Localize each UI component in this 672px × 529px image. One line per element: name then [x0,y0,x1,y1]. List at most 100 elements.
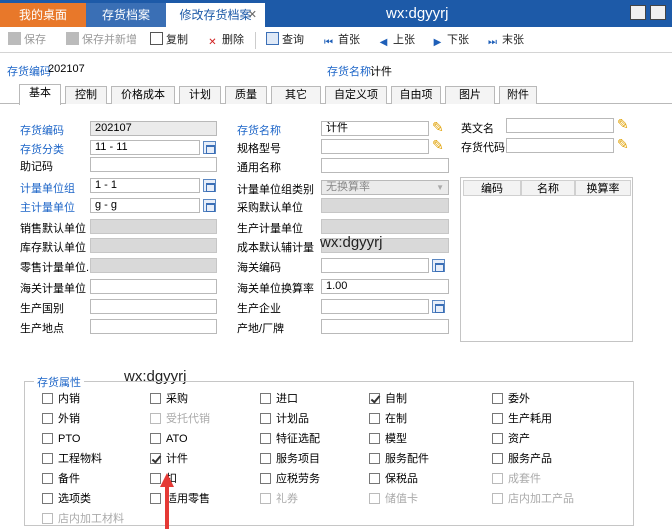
unit-group-type-select[interactable]: 无换算率 ▼ [321,180,449,195]
attribute-checkbox[interactable]: ATO [150,433,188,447]
checkbox-unchecked-icon[interactable] [260,433,271,444]
attribute-checkbox[interactable]: 进口 [260,393,298,407]
checkbox-unchecked-icon[interactable] [150,413,161,424]
last-button[interactable]: ⏭ 末张 [486,31,524,49]
sales-unit-field[interactable] [90,219,217,234]
save-and-add-button[interactable]: 保存并新增 [66,31,137,49]
attribute-checkbox[interactable]: 选项类 [42,493,91,507]
prev-button[interactable]: ◀ 上张 [377,31,415,49]
subtab-control[interactable]: 控制 [65,86,107,104]
customs-unit-field[interactable] [90,279,217,294]
close-icon[interactable]: ✕ [248,3,257,27]
origin-place-field[interactable] [90,319,217,334]
attribute-checkbox[interactable]: 内销 [42,393,80,407]
attribute-checkbox[interactable]: 特征选配 [260,433,320,447]
checkbox-checked-icon[interactable] [369,393,380,404]
copy-button[interactable]: 复制 [150,31,188,49]
attribute-checkbox[interactable]: 店内加工产品 [492,493,574,507]
subtab-attachments[interactable]: 附件 [499,86,537,104]
attribute-checkbox[interactable]: 在制 [369,413,407,427]
customs-code-field[interactable] [321,258,429,273]
checkbox-unchecked-icon[interactable] [42,493,53,504]
origin-factory-field[interactable] [321,319,449,334]
subtab-free-items[interactable]: 自由项 [391,86,441,104]
checkbox-unchecked-icon[interactable] [492,413,503,424]
attribute-checkbox[interactable]: 外销 [42,413,80,427]
checkbox-unchecked-icon[interactable] [150,393,161,404]
attribute-checkbox[interactable]: PTO [42,433,80,447]
stock-unit-field[interactable] [90,238,217,253]
attribute-checkbox[interactable]: 自制 [369,393,407,407]
checkbox-unchecked-icon[interactable] [42,433,53,444]
subtab-custom-items[interactable]: 自定义项 [325,86,387,104]
attribute-checkbox[interactable]: 受托代销 [150,413,210,427]
origin-country-field[interactable] [90,299,217,314]
unit-group-lookup-icon[interactable] [203,179,216,192]
attribute-checkbox[interactable]: 应税劳务 [260,473,320,487]
checkbox-unchecked-icon[interactable] [369,493,380,504]
attribute-checkbox[interactable]: 备件 [42,473,80,487]
inv-code-field[interactable]: 202107 [90,121,217,136]
mnemonic-field[interactable] [90,157,217,172]
checkbox-unchecked-icon[interactable] [369,473,380,484]
attribute-checkbox[interactable]: 生产耗用 [492,413,552,427]
main-unit-field[interactable]: g - g [90,198,200,213]
save-button[interactable]: 保存 [8,31,46,49]
delete-button[interactable]: ✕ 删除 [206,31,244,49]
checkbox-unchecked-icon[interactable] [260,493,271,504]
tab-inventory-archive[interactable]: 存货档案 [86,3,166,27]
purchase-unit-field[interactable] [321,198,449,213]
attribute-checkbox[interactable]: 成套件 [492,473,541,487]
checkbox-unchecked-icon[interactable] [260,393,271,404]
attribute-checkbox[interactable]: 服务项目 [260,453,320,467]
checkbox-unchecked-icon[interactable] [42,393,53,404]
checkbox-unchecked-icon[interactable] [369,413,380,424]
spec-field[interactable] [321,139,429,154]
proxy-code-field[interactable] [506,138,614,153]
attribute-checkbox[interactable]: 资产 [492,433,530,447]
subtab-price-cost[interactable]: 价格成本 [111,86,175,104]
checkbox-unchecked-icon[interactable] [150,433,161,444]
checkbox-unchecked-icon[interactable] [369,453,380,464]
query-button[interactable]: 查询 [266,31,304,49]
checkbox-unchecked-icon[interactable] [42,513,53,524]
inv-name-field[interactable]: 计件 [321,121,429,136]
checkbox-unchecked-icon[interactable] [260,453,271,464]
subtab-quality[interactable]: 质量 [225,86,267,104]
unit-conversion-grid[interactable]: 编码 名称 换算率 [460,177,633,342]
edit-pencil-icon[interactable]: ✎ [432,119,448,135]
tab-my-desktop[interactable]: 我的桌面 [0,3,86,27]
main-unit-lookup-icon[interactable] [203,199,216,212]
customs-rate-field[interactable]: 1.00 [321,279,449,294]
first-button[interactable]: ⏮ 首张 [322,31,360,49]
attribute-checkbox[interactable]: 储值卡 [369,493,418,507]
checkbox-unchecked-icon[interactable] [42,473,53,484]
attribute-checkbox[interactable]: 服务配件 [369,453,429,467]
customs-code-lookup-icon[interactable] [432,259,445,272]
inv-class-lookup-icon[interactable] [203,141,216,154]
checkbox-unchecked-icon[interactable] [42,413,53,424]
subtab-other[interactable]: 其它 [271,86,321,104]
production-unit-field[interactable] [321,219,449,234]
checkbox-unchecked-icon[interactable] [42,453,53,464]
english-name-field[interactable] [506,118,614,133]
manufacturer-field[interactable] [321,299,429,314]
checkbox-unchecked-icon[interactable] [492,393,503,404]
checkbox-unchecked-icon[interactable] [260,413,271,424]
subtab-images[interactable]: 图片 [445,86,495,104]
unit-group-field[interactable]: 1 - 1 [90,178,200,193]
attribute-checkbox[interactable]: 计划品 [260,413,309,427]
checkbox-unchecked-icon[interactable] [260,473,271,484]
manufacturer-lookup-icon[interactable] [432,300,445,313]
checkbox-checked-icon[interactable] [150,453,161,464]
tab-edit-inventory-archive[interactable]: 修改存货档案 ✕ [166,3,265,27]
restore-window-icon[interactable] [630,5,646,20]
subtab-plan[interactable]: 计划 [179,86,221,104]
close-window-icon[interactable] [650,5,666,20]
retail-unit-field[interactable] [90,258,217,273]
attribute-checkbox[interactable]: 服务产品 [492,453,552,467]
checkbox-unchecked-icon[interactable] [369,433,380,444]
checkbox-unchecked-icon[interactable] [492,473,503,484]
attribute-checkbox[interactable]: 工程物料 [42,453,102,467]
attribute-checkbox[interactable]: 礼券 [260,493,298,507]
